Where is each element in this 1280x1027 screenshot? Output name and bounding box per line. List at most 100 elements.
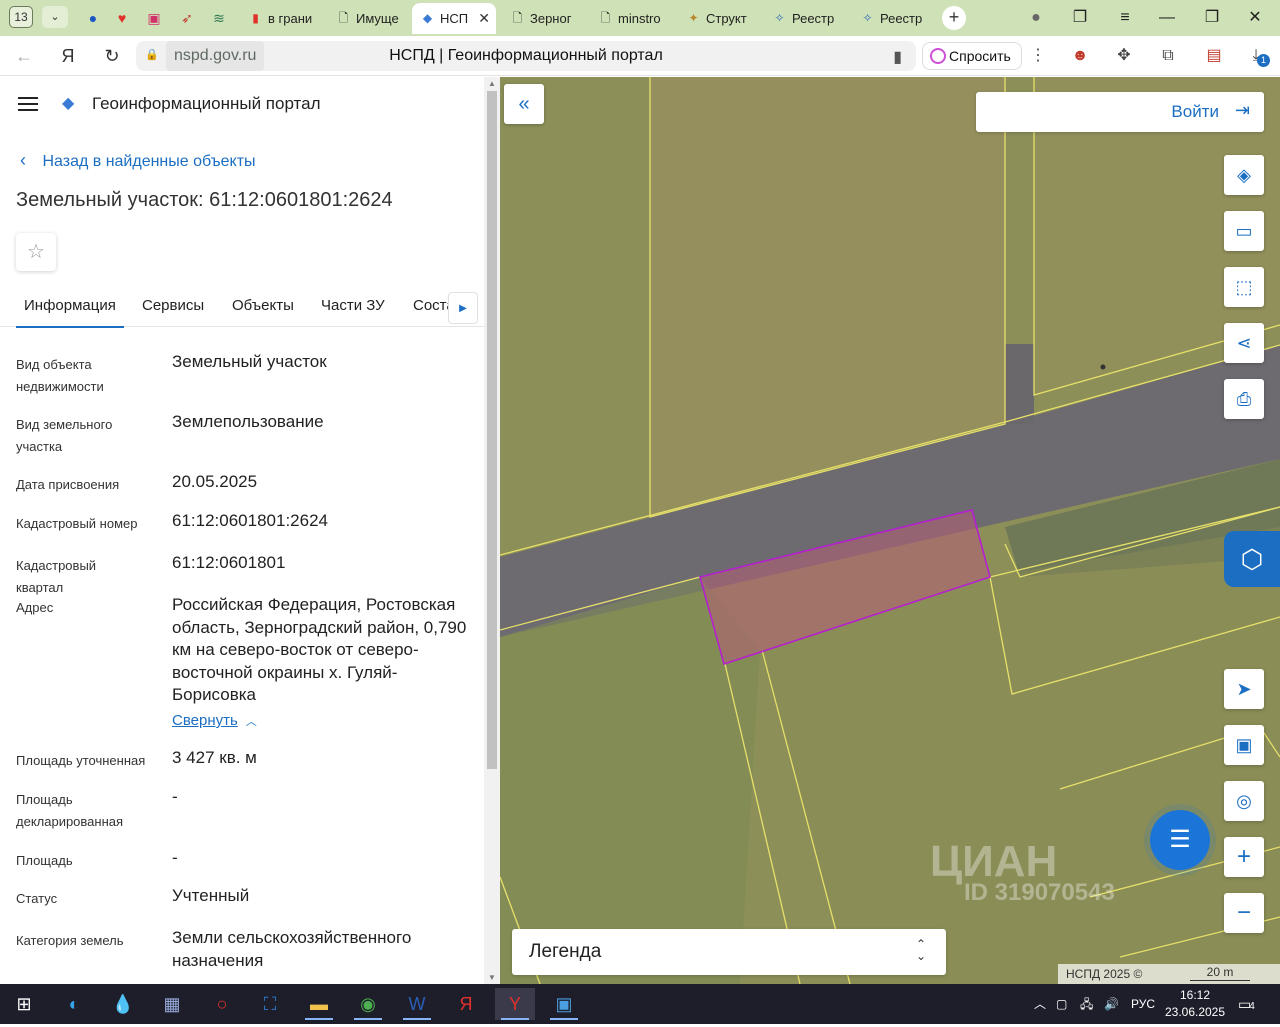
minimize-icon[interactable]: — [1152,4,1182,32]
tab-services[interactable]: Сервисы [142,297,204,314]
more-vertical-icon[interactable]: ⋮ [1026,44,1050,68]
close-tab-icon[interactable]: ✕ [478,3,490,34]
minimap-button[interactable]: ▣ [1224,725,1264,765]
yandex-icon[interactable]: Я [54,42,82,70]
network-icon[interactable]: 🖧 [1080,984,1093,1024]
tab-item[interactable]: 🗋 Имуще [328,3,408,34]
tab-item[interactable]: ✧ Реестр [852,3,932,34]
minimap-icon: ▣ [1235,734,1253,755]
extension-avatar-icon[interactable]: ☻ [1068,44,1092,68]
tab-composition[interactable]: Соста... [413,297,453,314]
tabs-scroll-right-icon[interactable]: ▶ [448,292,478,324]
measure-button[interactable]: ▭ [1224,211,1264,251]
url-field[interactable]: НСПД | Геоинформационный портал 🔒 nspd.g… [136,41,916,71]
language-indicator[interactable]: РУС [1131,984,1155,1024]
lock-icon[interactable]: 🔒 [145,48,159,64]
yandex-app-icon[interactable]: Я [446,988,486,1020]
pinned-tab-icon[interactable]: ● [84,9,102,27]
tab-item[interactable]: ✦ Структ [678,3,756,34]
notifications-icon[interactable]: ▭4 [1238,984,1255,1024]
pinned-tab-icon[interactable]: ≋ [210,9,228,27]
clock[interactable]: 16:12 23.06.2025 [1160,987,1230,1021]
reload-icon[interactable]: ↻ [98,42,126,70]
collections-icon[interactable]: ❐ [1065,4,1095,32]
tab-count-button[interactable]: 13 [9,6,33,28]
paint-drop-icon[interactable]: 💧 [103,988,143,1020]
geolocate-button[interactable]: ➤ [1224,669,1264,709]
portal-logo-icon: ◆ [62,95,75,112]
tab-objects[interactable]: Объекты [232,297,294,314]
layers-button[interactable]: ◈ [1224,155,1264,195]
chrome-icon[interactable]: ◉ [348,988,388,1020]
address-bar: ← Я ↻ НСПД | Геоинформационный портал 🔒 … [0,36,1280,76]
tray-chevron-up-icon[interactable]: ︿ [1034,984,1046,1024]
bookmark-icon[interactable]: ▮ [893,47,902,67]
share-button[interactable]: ⋖ [1224,323,1264,363]
info-label: Вид объекта недвижимости [16,357,104,394]
scroll-down-icon[interactable]: ▼ [488,973,496,982]
info-value: - [172,848,178,867]
tab-item[interactable]: 🗋 minstro [590,3,670,34]
map-view[interactable]: « Войти ⇥ ◈ ▭ ⬚ ⋖ ⎙ ⬡ ➤ ▣ ◎ + − ЦИАН ID 3… [500,77,1280,984]
yandex-browser-icon[interactable]: Y [495,988,535,1020]
pinned-rocket-icon[interactable]: ➶ [178,9,196,27]
pdf-icon[interactable]: ▤ [1202,44,1226,68]
info-tabs: Информация Сервисы Объекты Части ЗУ Сост… [0,283,484,328]
back-arrow-icon[interactable]: ← [10,42,38,70]
close-window-icon[interactable]: ✕ [1240,4,1270,32]
restore-icon[interactable]: ❐ [1197,4,1227,32]
chat-button[interactable]: ☰ [1150,810,1210,870]
menu-hamburger-icon[interactable] [18,97,38,111]
new-tab-button[interactable]: + [942,6,966,30]
extensions-puzzle-icon[interactable]: ✥ [1112,44,1136,68]
area-search-button[interactable]: ⬚ [1224,267,1264,307]
legend-panel[interactable]: Легенда ⌃ ⌄ [512,929,946,975]
zoom-out-button[interactable]: − [1224,893,1264,933]
edge-icon[interactable]: ◐ [54,988,94,1020]
favorite-star-icon[interactable]: ☆ [16,233,56,271]
side-widget-button[interactable]: ⬡ [1224,531,1280,587]
collapse-panel-button[interactable]: « [504,84,544,124]
sidebar-icon[interactable]: ⧉ [1156,44,1180,68]
opera-icon[interactable]: ○ [202,988,242,1020]
pinned-tab-icon[interactable]: ▣ [145,9,163,27]
profile-icon[interactable]: ● [1021,4,1051,32]
scroll-up-icon[interactable]: ▲ [488,79,496,88]
location-search-button[interactable]: ◎ [1224,781,1264,821]
calculator-icon[interactable]: ▦ [152,988,192,1020]
browser-menu-icon[interactable]: ≡ [1110,4,1140,32]
ask-ai-button[interactable]: Спросить [922,42,1022,70]
tab-list-chevron-icon[interactable]: ⌄ [42,6,68,28]
login-button[interactable]: Войти ⇥ [976,92,1264,132]
scrollbar-thumb[interactable] [487,91,497,769]
downloads-icon[interactable]: ⤓ 1 [1244,44,1270,68]
tab-item[interactable]: ✧ Реестр [764,3,844,34]
panel-scrollbar[interactable]: ▲ ▼ [484,77,500,984]
address-value: Российская Федерация, Ростовская область… [172,595,467,704]
downloads-badge: 1 [1257,54,1270,67]
tab-item[interactable]: ▮ в грани [240,3,322,34]
tab-parts[interactable]: Части ЗУ [321,297,385,314]
print-button[interactable]: ⎙ [1224,379,1264,419]
rosreestr-icon: ✧ [774,11,785,25]
scale-bar: 20 m [1190,964,1250,981]
volume-icon[interactable]: 🔊 [1104,984,1119,1024]
yandex-doc-icon: ▮ [252,11,259,25]
pinned-heart-icon[interactable]: ♥ [113,9,131,27]
tray-app-icon[interactable]: ▢ [1056,984,1067,1024]
zoom-in-button[interactable]: + [1224,837,1264,877]
portal-name[interactable]: Геоинформационный портал [92,94,321,114]
file-explorer-icon[interactable]: ▬ [299,988,339,1020]
remote-desktop-icon[interactable]: ▣ [544,988,584,1020]
tab-item[interactable]: 🗋 Зерног [502,3,584,34]
back-to-results-link[interactable]: ‹ Назад в найденные объекты [20,150,256,171]
url-text[interactable]: nspd.gov.ru [166,41,265,71]
network-app-icon[interactable]: ⛶ [250,988,290,1020]
start-windows-icon[interactable]: ⊞ [4,988,44,1020]
info-label: Статус [16,891,58,906]
collapse-address-link[interactable]: Свернуть ︿ [172,712,257,729]
word-icon[interactable]: W [397,988,437,1020]
tab-information[interactable]: Информация [16,297,124,328]
chevron-left-icon: ‹ [20,150,26,170]
tab-item-active[interactable]: ◆ НСП ✕ [412,3,496,34]
